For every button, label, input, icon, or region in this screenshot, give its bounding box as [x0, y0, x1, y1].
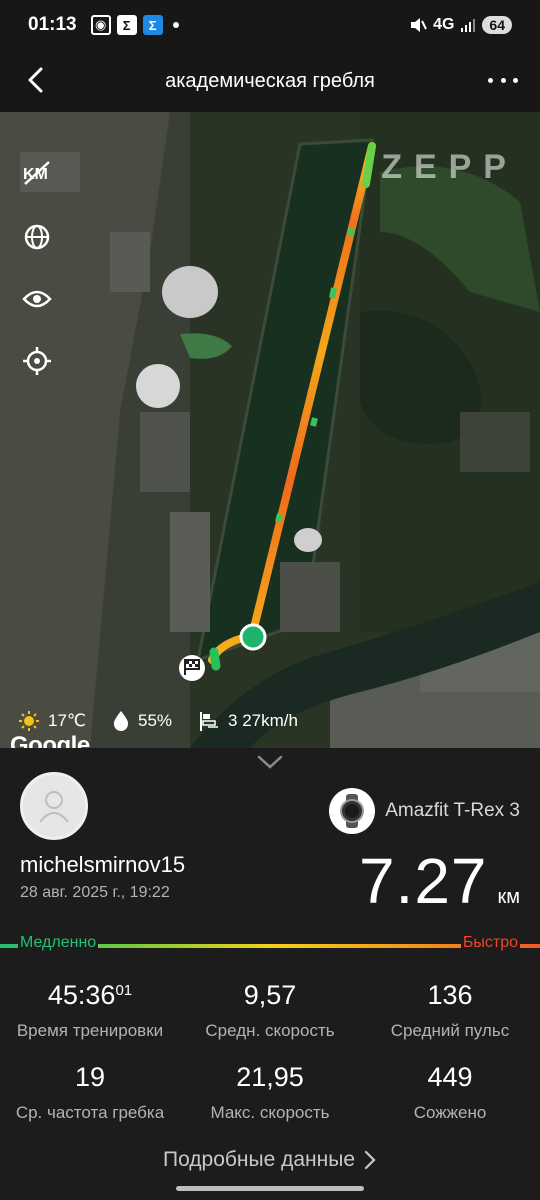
speed-legend-slow: Медленно [18, 934, 99, 952]
page-title: академическая гребля [165, 69, 375, 92]
weather-strip: 17℃ 55% 3 27km/h [18, 710, 324, 732]
mute-icon [411, 18, 427, 32]
satellite-map [0, 112, 540, 748]
chevron-down-icon[interactable] [256, 754, 284, 770]
speed-legend-fast: Быстро [460, 934, 520, 952]
stat-label: Макс. скорость [210, 1103, 330, 1122]
username: michelsmirnov15 [20, 852, 186, 877]
target-icon [23, 347, 51, 375]
stat-value: 21,95 [236, 1062, 304, 1092]
stat-value: 19 [74, 1062, 106, 1092]
details-label: Подробные данные [162, 1148, 356, 1171]
more-options-button[interactable] [488, 66, 518, 94]
notification-dot-icon [172, 22, 179, 28]
stat-value-seconds: 01 [115, 982, 133, 999]
signal-icon [461, 19, 476, 32]
google-attribution: Google [10, 732, 90, 748]
network-type: 4G [433, 16, 455, 33]
eye-icon [22, 290, 52, 308]
app-header: академическая гребля [0, 50, 540, 112]
device-info: Amazfit T-Rex 3 [329, 788, 520, 834]
stat-value-main: 45:36 [47, 980, 116, 1010]
distance-display: 7.27 км [359, 844, 520, 918]
map-layer-button[interactable] [18, 218, 56, 256]
details-link[interactable]: Подробные данные [0, 1148, 540, 1172]
stat-label: Средн. скорость [205, 1021, 335, 1040]
temperature-value: 17℃ [48, 711, 87, 730]
stat-stroke-rate: 19 Ср. частота гребка [0, 1062, 180, 1123]
home-indicator[interactable] [176, 1186, 364, 1191]
sigma-app-icon: Σ [116, 15, 137, 35]
sigma-blue-app-icon: Σ [142, 15, 163, 35]
workout-datetime: 28 авг. 2025 г., 19:22 [20, 884, 170, 901]
stat-avg-heart-rate: 136 Средний пульс [360, 980, 540, 1041]
zepp-watermark: ZEPP [381, 148, 518, 186]
stat-value: 449 [427, 1062, 473, 1092]
battery-level: 64 [482, 16, 512, 34]
km-mi-toggle-icon: KM [23, 161, 50, 185]
water-drop-icon [113, 711, 129, 731]
wind-item: 3 27km/h [198, 710, 298, 732]
stat-avg-speed: 9,57 Средн. скорость [180, 980, 360, 1041]
status-time: 01:13 [28, 14, 77, 35]
humidity-value: 55% [138, 711, 173, 730]
more-dot-icon [500, 77, 506, 83]
temperature-item: 17℃ [18, 710, 86, 732]
workout-summary-panel: Amazfit T-Rex 3 michelsmirnov15 28 авг. … [0, 748, 540, 1200]
map-locate-button[interactable] [18, 342, 56, 380]
status-bar: 01:13 ◉ Σ Σ 4G 64 [0, 0, 540, 50]
device-name: Amazfit T-Rex 3 [385, 800, 520, 821]
map-visibility-button[interactable] [18, 280, 56, 318]
chevron-left-icon [28, 67, 43, 93]
chevron-right-icon [364, 1150, 376, 1170]
humidity-item: 55% [112, 710, 172, 732]
globe-icon [24, 224, 50, 250]
watch-icon [329, 788, 376, 834]
stat-workout-time: 45:3601 Время тренировки [0, 980, 180, 1041]
wind-value: 3 27km/h [228, 711, 298, 730]
distance-unit: км [497, 886, 521, 908]
stat-label: Сожжено [413, 1103, 487, 1122]
stat-calories: 449 Сожжено [360, 1062, 540, 1123]
more-dot-icon [488, 77, 493, 83]
back-button[interactable] [20, 62, 56, 98]
stat-max-speed: 21,95 Макс. скорость [180, 1062, 360, 1123]
stat-label: Средний пульс [390, 1021, 510, 1040]
screenshot-icon: ◉ [90, 15, 111, 35]
avatar[interactable] [20, 772, 88, 840]
distance-value: 7.27 [358, 845, 488, 917]
more-dot-icon [513, 77, 518, 83]
stat-label: Время тренировки [16, 1021, 164, 1040]
stat-label: Ср. частота гребка [15, 1103, 165, 1122]
sun-icon [19, 711, 39, 731]
stat-value: 45:3601 [0, 980, 180, 1011]
wind-flag-icon [200, 712, 219, 731]
stat-value: 136 [427, 980, 473, 1010]
route-map[interactable]: ZEPP KM 17℃ 55% 3 27km/h Google [0, 112, 540, 748]
stat-value: 9,57 [243, 980, 297, 1010]
map-units-toggle-button[interactable]: KM [18, 154, 56, 192]
user-placeholder-icon [39, 791, 69, 823]
